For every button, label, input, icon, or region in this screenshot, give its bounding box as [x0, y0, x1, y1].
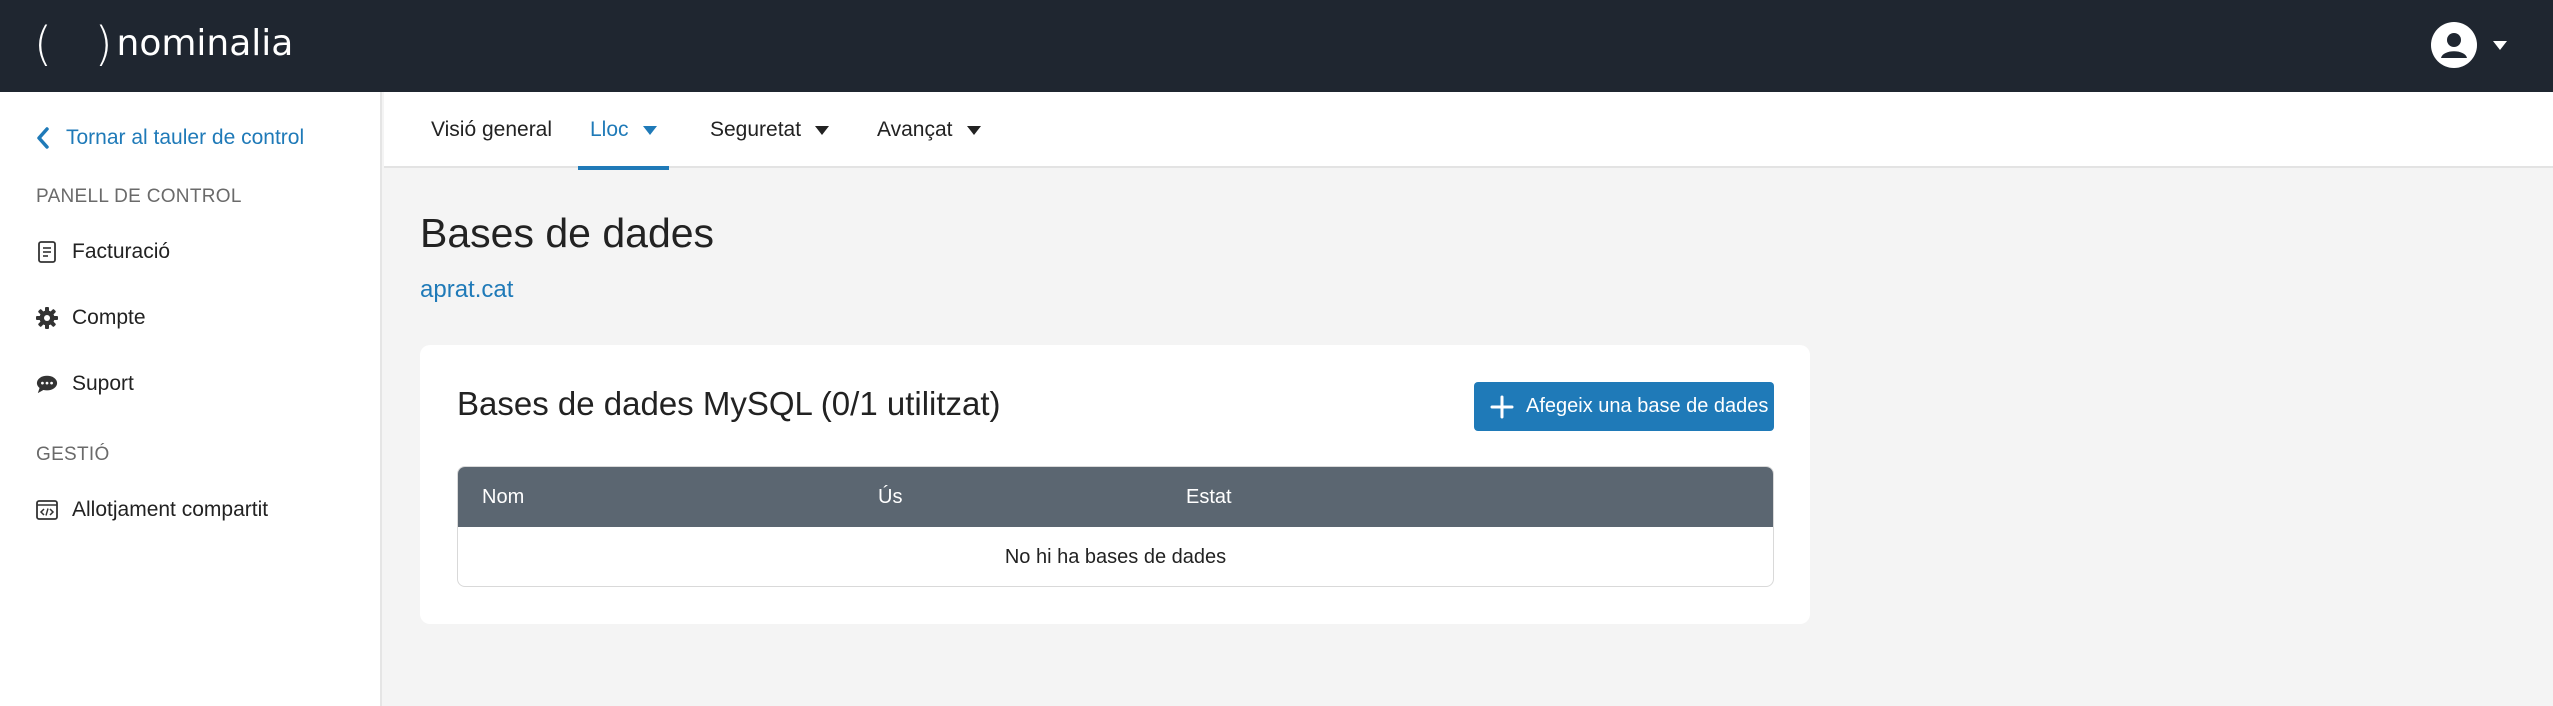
table-header: Nom Ús Estat: [458, 467, 1773, 527]
chevron-down-icon: [966, 125, 981, 135]
back-to-dashboard-link[interactable]: Tornar al tauler de control: [36, 126, 304, 150]
tab-site[interactable]: Lloc: [578, 92, 669, 170]
tab-security[interactable]: Seguretat: [710, 92, 830, 168]
column-header-name[interactable]: Nom: [482, 467, 524, 527]
section-heading-manage: GESTIÓ: [36, 444, 110, 465]
gear-icon: [36, 307, 58, 329]
code-window-icon: [36, 499, 58, 521]
tab-label: Seguretat: [710, 118, 802, 141]
tab-label: Visió general: [431, 118, 553, 141]
chevron-left-icon: [37, 127, 49, 149]
sidebar-item-label: Compte: [72, 306, 146, 329]
chat-icon: [36, 373, 58, 395]
domain-link[interactable]: aprat.cat: [420, 276, 513, 304]
back-link-label: Tornar al tauler de control: [66, 126, 305, 149]
sidebar-item-account[interactable]: Compte: [36, 306, 146, 330]
empty-table-message: No hi ha bases de dades: [1004, 546, 1227, 568]
sidebar-item-shared-hosting[interactable]: Allotjament compartit: [36, 498, 268, 522]
databases-card: Bases de dades MySQL (0/1 utilitzat) Afe…: [420, 345, 1810, 624]
column-header-status[interactable]: Estat: [1186, 467, 1232, 527]
sidebar-item-support[interactable]: Suport: [36, 372, 134, 396]
tab-bar: Visió general Lloc Seguretat Avançat: [384, 92, 2553, 170]
sidebar-item-label: Allotjament compartit: [72, 498, 269, 521]
add-database-button-label: Afegeix una base de dades: [1526, 395, 1769, 417]
user-avatar-icon[interactable]: [2431, 22, 2477, 68]
tab-advanced[interactable]: Avançat: [877, 92, 981, 168]
chevron-down-icon[interactable]: [2493, 40, 2507, 50]
chevron-down-icon: [642, 125, 657, 135]
add-database-button[interactable]: Afegeix una base de dades: [1474, 382, 1774, 431]
logo-text: nominalia: [116, 23, 294, 64]
section-heading-panel: PANELL DE CONTROL: [36, 186, 242, 207]
sidebar-item-label: Suport: [72, 372, 134, 395]
card-title: Bases de dades MySQL (0/1 utilitzat): [457, 385, 1001, 422]
top-bar: ( ) nominalia: [0, 0, 2553, 92]
column-header-usage[interactable]: Ús: [878, 467, 902, 527]
tab-label: Avançat: [877, 118, 953, 141]
sidebar: Tornar al tauler de control PANELL DE CO…: [0, 92, 382, 706]
plus-icon: [1490, 395, 1514, 418]
sidebar-item-label: Facturació: [72, 240, 171, 263]
databases-table: Nom Ús Estat No hi ha bases de dades: [457, 466, 1774, 587]
nominalia-logo[interactable]: ( ) nominalia: [34, 16, 293, 72]
user-menu[interactable]: [2431, 22, 2507, 68]
logo-mark: ( ): [34, 17, 127, 71]
tab-label: Lloc: [590, 118, 629, 141]
sidebar-item-billing[interactable]: Facturació: [36, 240, 170, 264]
chevron-down-icon: [815, 125, 830, 135]
invoice-icon: [36, 241, 58, 263]
page-title: Bases de dades: [420, 210, 715, 256]
tab-overview[interactable]: Visió general: [431, 92, 552, 168]
